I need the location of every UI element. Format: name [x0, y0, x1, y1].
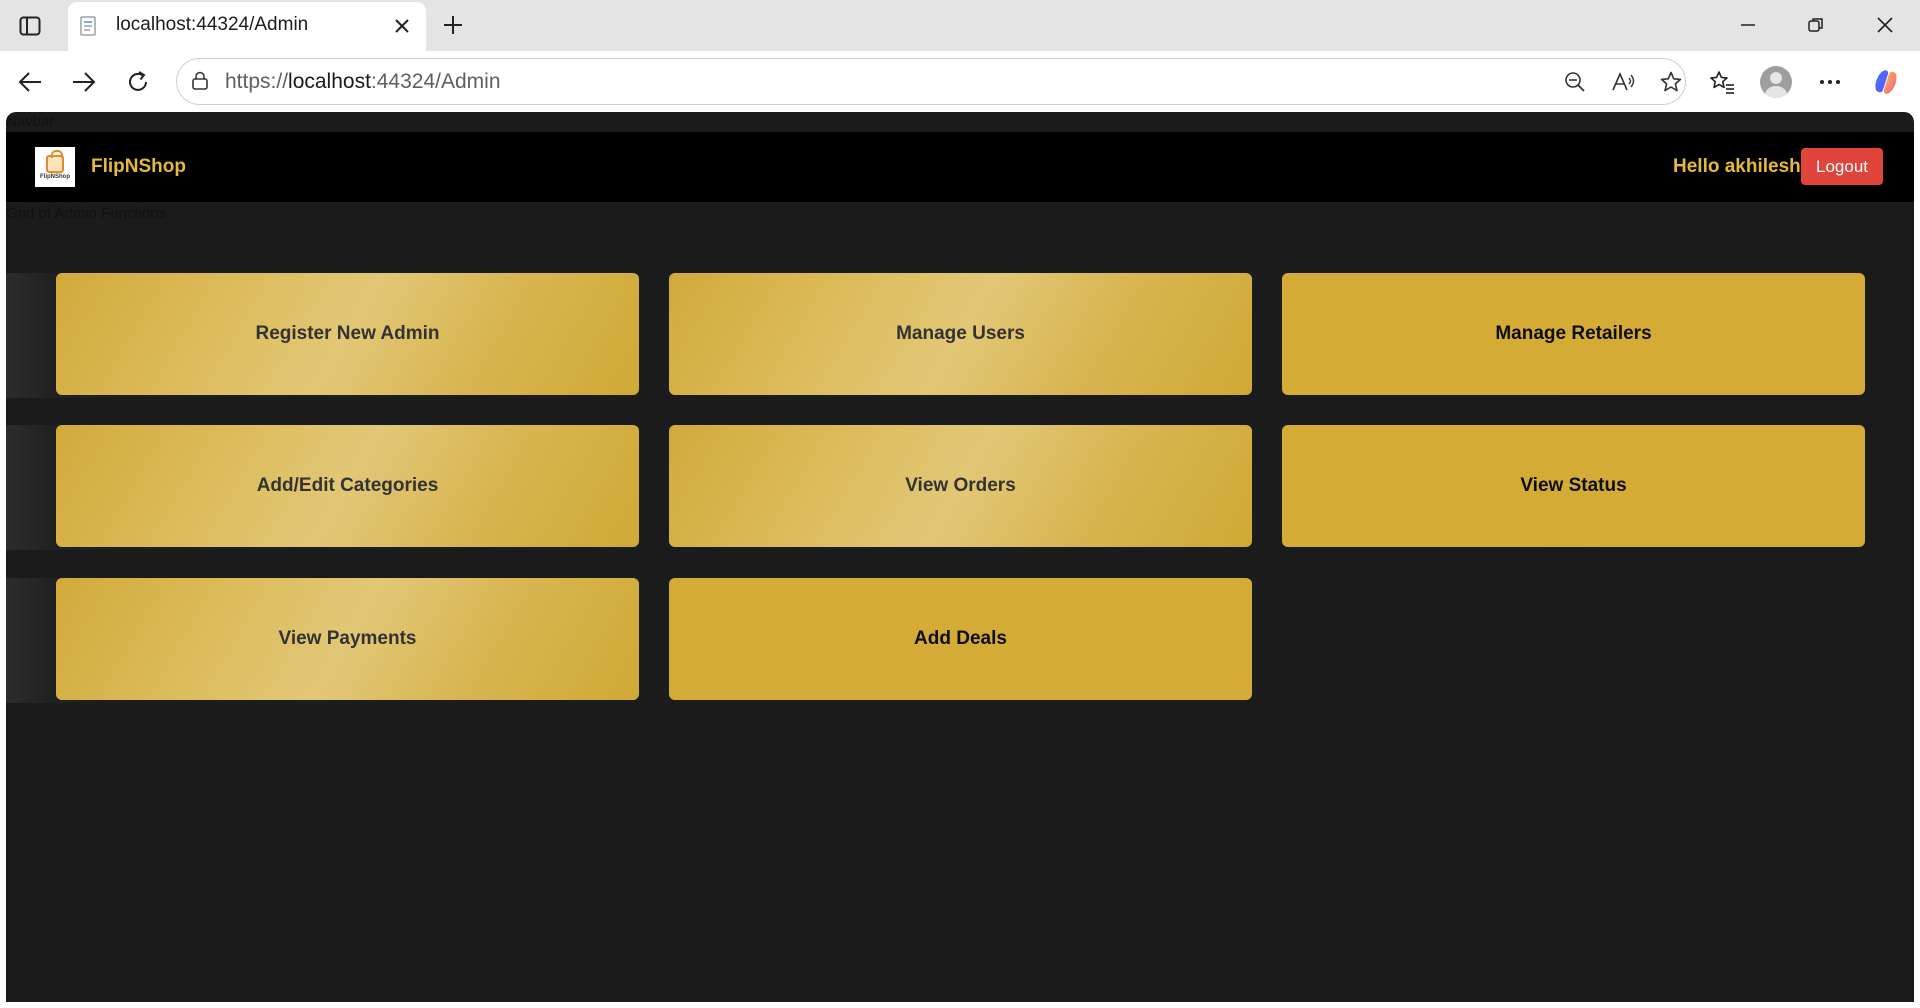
profile-icon	[1760, 66, 1792, 98]
admin-grid-row: View Payments Add Deals	[6, 578, 1914, 703]
more-icon[interactable]	[1812, 64, 1848, 100]
page-icon	[78, 16, 100, 36]
close-icon[interactable]	[390, 14, 414, 38]
page-viewport: Navbar FlipNShop FlipNShop Hello akhiles…	[6, 112, 1914, 1002]
lock-icon[interactable]	[189, 70, 211, 92]
logout-button[interactable]: Logout	[1801, 148, 1883, 185]
admin-grid-row: Register New Admin Manage Users Manage R…	[6, 273, 1914, 398]
read-aloud-icon[interactable]	[1609, 68, 1637, 96]
add-edit-categories-button[interactable]: Add/Edit Categories	[56, 425, 639, 547]
browser-tab[interactable]: localhost:44324/Admin	[68, 2, 426, 51]
forward-arrow-icon[interactable]	[66, 64, 102, 100]
view-orders-button[interactable]: View Orders	[669, 425, 1252, 547]
view-payments-button[interactable]: View Payments	[56, 578, 639, 700]
refresh-icon[interactable]	[120, 64, 156, 100]
plus-icon[interactable]	[438, 10, 468, 40]
view-status-button[interactable]: View Status	[1282, 425, 1865, 547]
user-greeting: Hello akhilesh	[1673, 156, 1801, 177]
brand-logo[interactable]: FlipNShop	[35, 147, 75, 187]
back-arrow-icon[interactable]	[12, 64, 48, 100]
browser-toolbar: https://localhost:44324/Admin	[0, 51, 1920, 112]
copilot-icon[interactable]	[1868, 64, 1904, 100]
navbar-comment-text: Navbar	[6, 113, 55, 130]
browser-tab-bar: localhost:44324/Admin	[0, 0, 1920, 51]
zoom-out-icon[interactable]	[1561, 68, 1589, 96]
manage-users-button[interactable]: Manage Users	[669, 273, 1252, 395]
sidebar-toggle-icon[interactable]	[14, 12, 46, 40]
avatar[interactable]	[1758, 64, 1794, 100]
register-new-admin-button[interactable]: Register New Admin	[56, 273, 639, 395]
grid-comment-text: Grid of Admin Functions	[6, 205, 167, 222]
add-deals-button[interactable]: Add Deals	[669, 578, 1252, 700]
restore-icon[interactable]	[1796, 10, 1836, 40]
navbar: FlipNShop FlipNShop Hello akhilesh Logou…	[6, 132, 1914, 202]
star-icon[interactable]	[1657, 68, 1685, 96]
admin-grid-row: Add/Edit Categories View Orders View Sta…	[6, 425, 1914, 550]
brand-name[interactable]: FlipNShop	[91, 156, 186, 178]
tab-title: localhost:44324/Admin	[116, 14, 309, 35]
favorites-icon[interactable]	[1704, 64, 1740, 100]
address-bar[interactable]: https://localhost:44324/Admin	[176, 58, 1686, 105]
logo-text: FlipNShop	[40, 173, 70, 180]
url-text[interactable]: https://localhost:44324/Admin	[225, 70, 501, 94]
shopping-bag-icon	[46, 149, 64, 173]
close-icon[interactable]	[1865, 10, 1905, 40]
minimize-icon[interactable]	[1728, 10, 1768, 40]
manage-retailers-button[interactable]: Manage Retailers	[1282, 273, 1865, 395]
